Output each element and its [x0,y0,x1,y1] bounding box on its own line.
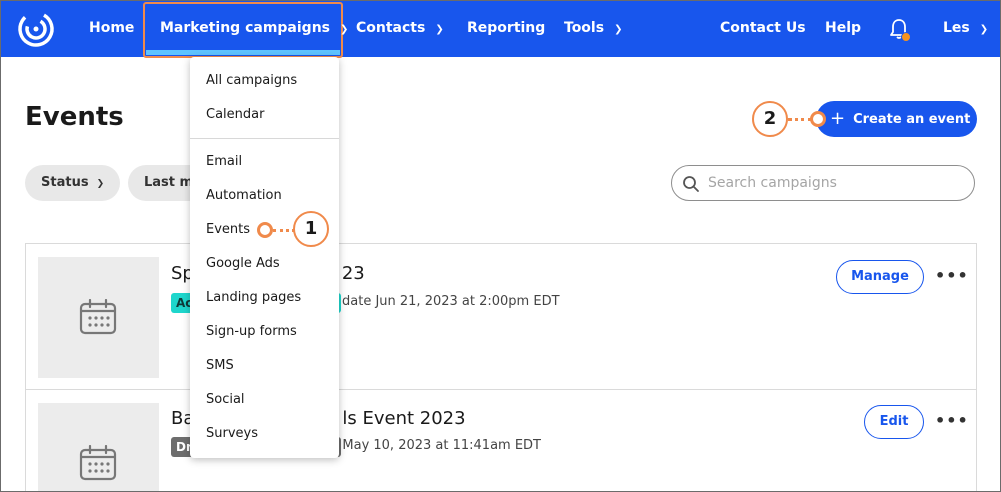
chevron-down-icon: ❯ [614,24,623,35]
menu-item-calendar[interactable]: Calendar [206,107,264,122]
event-title-end: 23 [341,263,365,284]
chevron-down-icon: ❯ [979,24,989,35]
nav-tools[interactable]: Tools ❯ [564,0,622,57]
callout-marker-dot [810,111,826,127]
event-thumbnail [38,257,159,378]
menu-item-sms[interactable]: SMS [206,358,234,373]
event-thumbnail [38,403,159,492]
edit-button[interactable]: Edit [864,405,924,439]
event-meta: date Jun 21, 2023 at 2:00pm EDT [342,294,560,309]
nav-tools-label: Tools [564,20,605,36]
menu-item-landing-pages[interactable]: Landing pages [206,290,301,305]
search-icon [683,176,699,192]
top-nav: Home Marketing campaigns ❯ Contacts ❯ Repo… [0,0,1001,58]
nav-user-menu[interactable]: Les ❯ [943,0,988,57]
event-meta: ed May 10, 2023 at 11:41am EDT [322,438,542,453]
callout-connector [788,118,812,121]
status-filter-label: Status [41,175,89,190]
nav-home[interactable]: Home [89,0,134,57]
search-input[interactable] [708,172,958,194]
nav-help-label: Help [825,20,862,36]
menu-item-social[interactable]: Social [206,392,245,407]
event-card[interactable]: Sp 23 Ac date Jun 21, 2023 at 2:00pm EDT … [25,243,977,390]
menu-item-events[interactable]: Events [206,222,250,237]
marketing-campaigns-dropdown: All campaigns Calendar Email Automation … [190,57,339,458]
nav-home-label: Home [89,20,135,36]
nav-help[interactable]: Help [825,0,861,57]
menu-item-google-ads[interactable]: Google Ads [206,256,280,271]
callout-connector [273,229,295,232]
nav-reporting[interactable]: Reporting [467,0,545,57]
menu-item-all-campaigns[interactable]: All campaigns [206,73,297,88]
create-event-button[interactable]: + Create an event [816,101,977,137]
nav-contact-us[interactable]: Contact Us [720,0,806,57]
search-box[interactable] [671,165,975,201]
callout-number-1: 1 [293,211,329,247]
more-options-icon[interactable]: ••• [935,266,969,285]
nav-contacts[interactable]: Contacts ❯ [356,0,444,57]
chevron-down-icon: ❯ [96,179,105,189]
status-filter[interactable]: Status ❯ [25,165,120,201]
nav-marketing-campaigns[interactable]: Marketing campaigns ❯ [160,0,348,57]
callout-number-2: 2 [752,101,788,137]
nav-marketing-campaigns-label: Marketing campaigns [160,20,330,36]
menu-divider [190,138,339,139]
last-modified-filter-label: Last m [144,175,194,190]
nav-user-label: Les [943,20,970,36]
nav-reporting-label: Reporting [467,20,546,36]
manage-button[interactable]: Manage [836,260,924,294]
calendar-icon [79,299,117,335]
event-title-end: ls Event 2023 [342,408,466,429]
menu-item-email[interactable]: Email [206,154,242,169]
page-title: Events [25,102,124,132]
callout-marker-dot [257,222,273,238]
plus-icon: + [830,108,846,129]
menu-item-surveys[interactable]: Surveys [206,426,258,441]
create-event-label: Create an event [853,112,971,127]
calendar-icon [79,445,117,481]
chevron-down-icon: ❯ [340,24,349,35]
notification-dot [901,32,911,42]
more-options-icon[interactable]: ••• [935,411,969,430]
chevron-down-icon: ❯ [435,24,444,35]
menu-item-automation[interactable]: Automation [206,188,282,203]
constant-contact-logo-icon[interactable] [16,9,56,49]
nav-contact-us-label: Contact Us [720,20,806,36]
event-card[interactable]: Ba ls Event 2023 Dr ed May 10, 2023 at 11… [25,389,977,492]
nav-contacts-label: Contacts [356,20,426,36]
menu-item-sign-up-forms[interactable]: Sign-up forms [206,324,297,339]
